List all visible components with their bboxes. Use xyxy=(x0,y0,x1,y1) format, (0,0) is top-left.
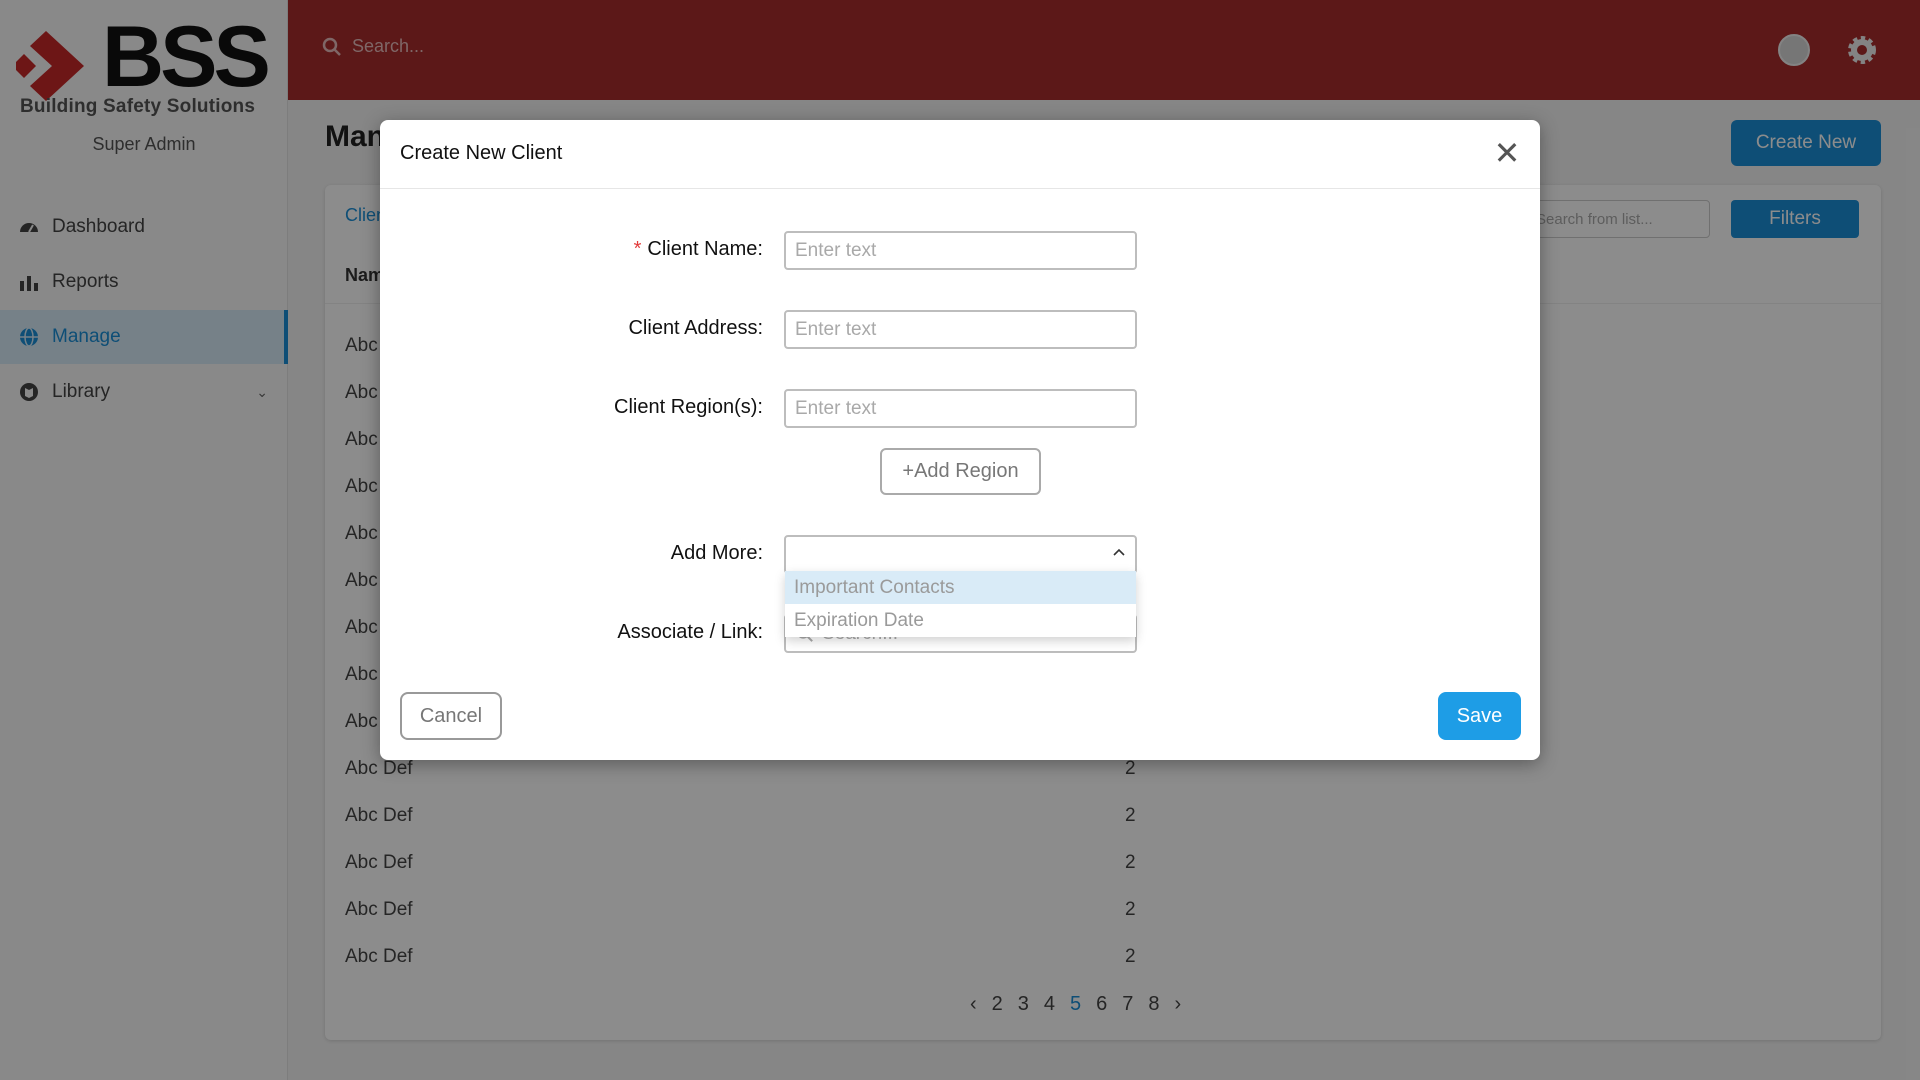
client-address-input[interactable] xyxy=(784,310,1137,349)
create-client-modal: Create New Client ✕ *Client Name: Client… xyxy=(380,120,1540,760)
save-button[interactable]: Save xyxy=(1438,692,1521,740)
client-name-label: * Client Name: xyxy=(634,238,763,261)
client-address-label: Client Address: xyxy=(628,317,763,339)
modal-title: Create New Client xyxy=(400,142,563,164)
add-region-button[interactable]: +Add Region xyxy=(880,448,1041,495)
required-mark: * xyxy=(633,238,642,260)
client-region-input[interactable] xyxy=(784,389,1137,428)
client-name-label-text: Client Name: xyxy=(647,238,763,260)
option-expiration-date[interactable]: Expiration Date xyxy=(785,604,1136,637)
add-more-dropdown: Important Contacts Expiration Date xyxy=(785,571,1136,637)
option-important-contacts[interactable]: Important Contacts xyxy=(785,571,1136,604)
add-more-label: Add More: xyxy=(670,542,763,564)
client-regions-label: Client Region(s): xyxy=(614,396,763,418)
cancel-button[interactable]: Cancel xyxy=(400,692,502,740)
client-name-input[interactable] xyxy=(784,231,1137,270)
add-more-select[interactable] xyxy=(784,535,1137,574)
chevron-up-icon xyxy=(1113,548,1125,556)
close-icon[interactable]: ✕ xyxy=(1492,137,1522,169)
associate-label: Associate / Link: xyxy=(617,621,763,643)
modal-header: Create New Client ✕ xyxy=(380,120,1540,189)
